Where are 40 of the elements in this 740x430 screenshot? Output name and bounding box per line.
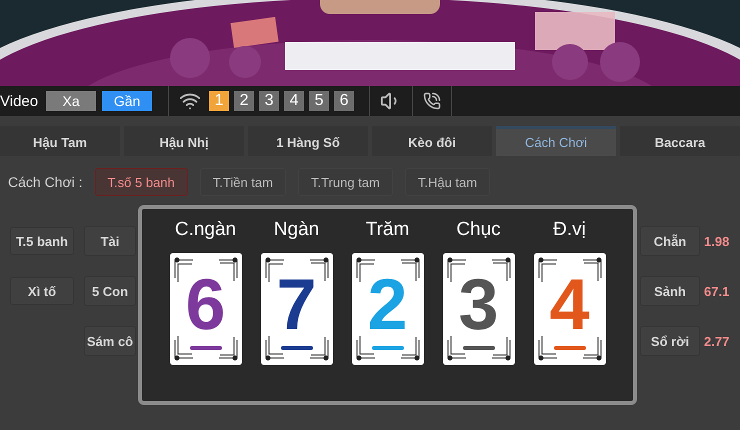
card-digit: 3 <box>458 268 499 342</box>
tab[interactable]: Kèo đôi <box>372 126 492 156</box>
bet-option[interactable]: 5 Con <box>84 276 136 306</box>
position-label: C.ngàn <box>174 219 236 241</box>
tab[interactable]: 1 Hàng Số <box>248 126 368 156</box>
tab[interactable]: Hậu Tam <box>0 126 120 156</box>
video-label: Video <box>0 92 38 110</box>
odds-text: 1.98 <box>704 234 730 248</box>
camera-button[interactable]: 2 <box>234 91 254 111</box>
bet-option[interactable]: Tài <box>84 226 136 256</box>
category-button[interactable]: T.5 banh <box>10 227 74 255</box>
view-button[interactable]: Xa <box>46 91 96 111</box>
mode-button[interactable]: T.Trung tam <box>298 168 393 196</box>
odds-text: 2.77 <box>704 334 730 348</box>
phone-icon[interactable] <box>423 92 442 110</box>
card-digit: 6 <box>185 268 226 342</box>
bet-option[interactable]: Sám cô <box>84 326 136 356</box>
odds-text: 67.1 <box>704 284 730 298</box>
camera-button[interactable]: 4 <box>284 91 304 111</box>
bet-option[interactable]: Sảnh <box>640 276 700 306</box>
mode-button[interactable]: T.Hậu tam <box>404 168 490 196</box>
tab[interactable]: Cách Chơi <box>496 126 616 156</box>
position-label: Chục <box>456 219 501 241</box>
camera-button[interactable]: 5 <box>309 91 330 111</box>
play-mode-label: Cách Chơi : <box>8 174 83 190</box>
position-label: Ngàn <box>274 219 320 241</box>
position-label: Trăm <box>366 219 410 241</box>
category-button[interactable]: Xì tố <box>10 277 74 305</box>
bet-option[interactable]: Chẵn <box>640 226 700 256</box>
tab[interactable]: Hậu Nhị <box>124 126 244 156</box>
card-digit: 4 <box>549 268 590 342</box>
tab[interactable]: Baccara <box>620 126 740 156</box>
mode-button[interactable]: T.số 5 banh <box>94 168 188 196</box>
camera-button[interactable]: 3 <box>259 91 280 111</box>
card-digit: 2 <box>367 268 408 342</box>
bet-option[interactable]: Sổ rời <box>640 326 700 356</box>
card-digit: 7 <box>276 268 317 342</box>
mode-button[interactable]: T.Tiền tam <box>200 168 286 196</box>
camera-button[interactable]: 6 <box>334 91 354 111</box>
position-label: Đ.vị <box>553 219 586 241</box>
